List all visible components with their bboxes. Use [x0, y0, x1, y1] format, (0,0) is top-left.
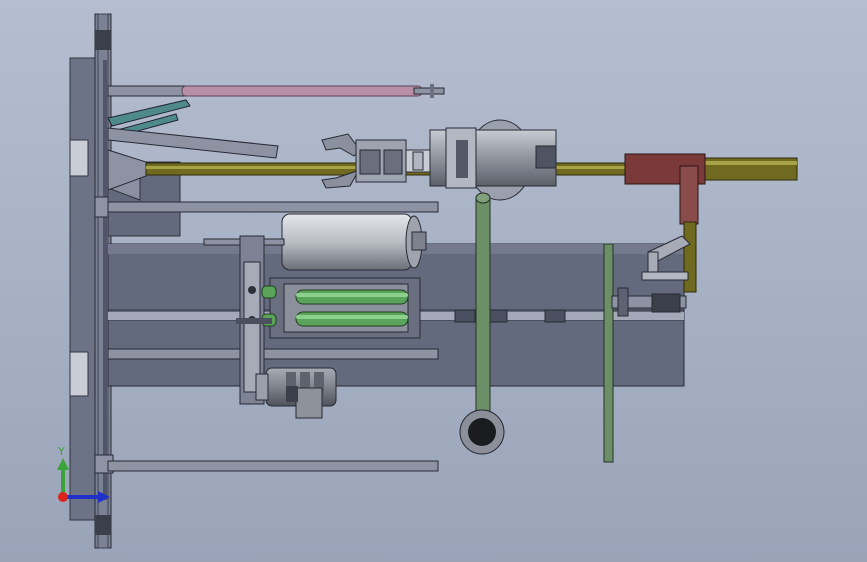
green-vertical-bar[interactable] — [603, 243, 614, 463]
rotary-spindle-unit[interactable] — [429, 119, 557, 201]
gripper-head[interactable] — [321, 133, 433, 189]
pink-guide-rod[interactable] — [181, 84, 445, 98]
teal-struts[interactable] — [107, 99, 279, 159]
electric-motor[interactable] — [255, 367, 337, 419]
rail-upper[interactable] — [107, 201, 439, 213]
rail-top[interactable] — [107, 85, 189, 97]
triad-y-label: Y — [57, 445, 65, 458]
machine-assembly-drawing[interactable]: Y — [0, 0, 867, 562]
rail-middle[interactable] — [107, 348, 439, 360]
base-disk[interactable] — [69, 57, 99, 521]
rail-bottom[interactable] — [107, 460, 439, 472]
cad-viewport[interactable]: Y — [0, 0, 867, 562]
green-roller-box[interactable] — [269, 277, 421, 339]
